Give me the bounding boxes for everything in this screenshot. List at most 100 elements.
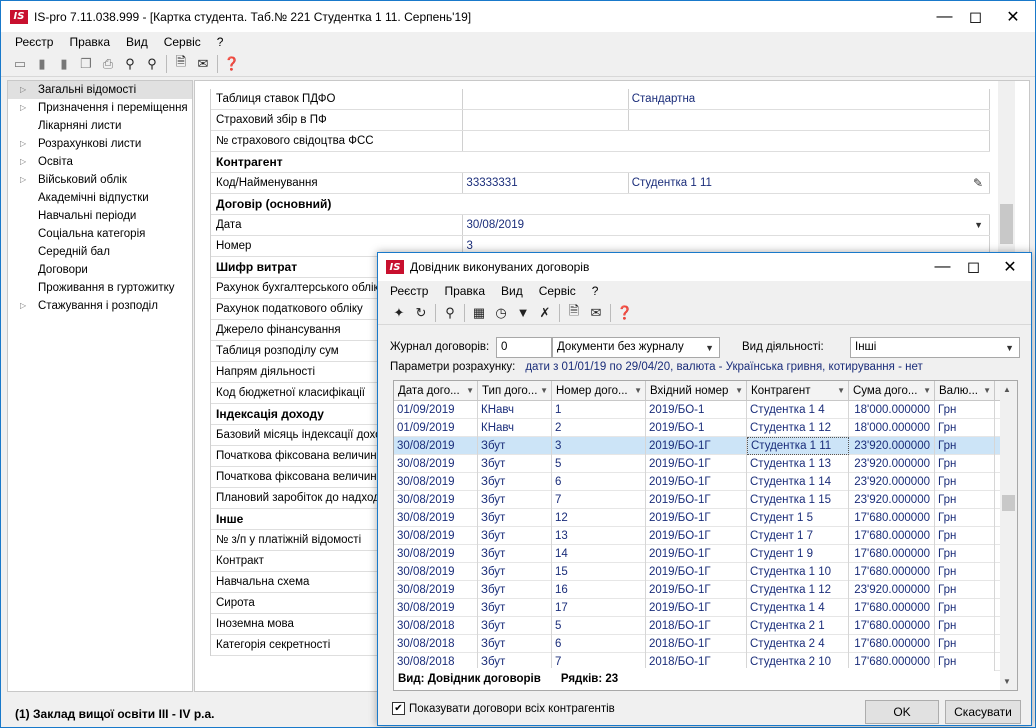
sort-arrow-icon[interactable]: ▼ [634, 386, 642, 395]
field-code-value[interactable] [463, 89, 629, 109]
table-cell[interactable]: 01/09/2019 [394, 401, 478, 419]
table-cell[interactable]: Збут [478, 473, 552, 491]
table-cell[interactable]: Збут [478, 455, 552, 473]
field-code-value[interactable]: 33333331 [463, 173, 629, 193]
expand-arrow-icon[interactable]: ▷ [20, 175, 26, 184]
table-cell[interactable]: Студент 1 5 [747, 509, 849, 527]
nav-item[interactable]: Проживання в гуртожитку [8, 279, 192, 297]
nav-item[interactable]: Соціальна категорія [8, 225, 192, 243]
help-icon[interactable]: ❓ [614, 302, 636, 324]
dialog-menu-item[interactable]: Реєстр [382, 284, 436, 298]
table-cell[interactable]: 30/08/2018 [394, 617, 478, 635]
field-name-value[interactable]: Стандартна [629, 89, 990, 109]
sort-arrow-icon[interactable]: ▼ [540, 386, 548, 395]
nav-item[interactable]: Навчальні періоди [8, 207, 192, 225]
clear-filter-icon[interactable]: ✗ [534, 302, 556, 324]
search-icon[interactable]: ⚲ [439, 302, 461, 324]
menu-item[interactable]: Реєстр [7, 35, 61, 49]
field-name-value[interactable] [629, 110, 990, 130]
table-cell[interactable]: Грн [935, 401, 995, 419]
table-row[interactable]: 01/09/2019 КНавч 2 2019/БО-1 Студентка 1 12 1… [394, 419, 1017, 437]
table-cell[interactable]: 30/08/2019 [394, 491, 478, 509]
column-header[interactable]: Валю... ▼ [935, 381, 995, 401]
table-cell[interactable]: 30/08/2019 [394, 563, 478, 581]
scroll-up-icon[interactable]: ▲ [1003, 385, 1011, 394]
ok-button[interactable]: OK [865, 700, 939, 724]
table-cell[interactable]: Грн [935, 437, 995, 455]
field-value[interactable] [463, 131, 990, 151]
table-row[interactable]: 30/08/2019 Збут 15 2019/БО-1Г Студентка 1 10… [394, 563, 1017, 581]
table-cell[interactable]: 12 [552, 509, 646, 527]
table-cell[interactable]: Грн [935, 563, 995, 581]
close-button[interactable]: ✕ [991, 1, 1035, 32]
table-cell[interactable]: Збут [478, 581, 552, 599]
table-cell[interactable]: 2019/БО-1Г [646, 563, 747, 581]
table-cell[interactable]: Збут [478, 527, 552, 545]
column-header[interactable]: Дата дого... ▼ [394, 381, 478, 401]
minimize-button[interactable]: — [929, 1, 960, 32]
nav-item[interactable]: ▷ Освіта [8, 153, 192, 171]
table-cell[interactable]: Грн [935, 509, 995, 527]
table-cell[interactable]: 2019/БО-1Г [646, 437, 747, 455]
nav-item[interactable]: ▷ Стажування і розподіл [8, 297, 192, 315]
field-code-value[interactable] [463, 110, 629, 130]
table-cell[interactable]: Збут [478, 563, 552, 581]
table-cell[interactable]: 2019/БО-1Г [646, 527, 747, 545]
mail-icon[interactable]: ✉ [585, 302, 607, 324]
table-row[interactable]: 30/08/2018 Збут 5 2018/БО-1Г Студентка 2 1 17… [394, 617, 1017, 635]
nav-item[interactable]: ▷ Військовий облік [8, 171, 192, 189]
table-cell[interactable]: Грн [935, 617, 995, 635]
nav-item[interactable]: Лікарняні листи [8, 117, 192, 135]
table-cell[interactable]: Студентка 2 1 [747, 617, 849, 635]
table-cell[interactable]: 17'680.000000 [849, 635, 935, 653]
table-cell[interactable]: Студентка 1 12 [747, 419, 849, 437]
paste-icon[interactable]: ▮ [31, 53, 53, 75]
table-row[interactable]: 30/08/2019 Збут 3 2019/БО-1Г Студентка 1 11 2… [394, 437, 1017, 455]
table-cell[interactable]: Збут [478, 545, 552, 563]
calendar-icon[interactable]: ◷ [490, 302, 512, 324]
document-icon[interactable]: 🗎 [563, 302, 585, 324]
table-cell[interactable]: Студентка 1 13 [747, 455, 849, 473]
menu-item[interactable]: ? [209, 35, 232, 49]
filter-icon[interactable]: ▼ [512, 302, 534, 324]
table-cell[interactable]: 2019/БО-1Г [646, 491, 747, 509]
expand-arrow-icon[interactable]: ▷ [20, 139, 26, 148]
table-cell[interactable]: 30/08/2019 [394, 437, 478, 455]
expand-arrow-icon[interactable]: ▷ [20, 157, 26, 166]
sort-arrow-icon[interactable]: ▼ [983, 386, 991, 395]
table-cell[interactable]: Студентка 1 14 [747, 473, 849, 491]
table-cell[interactable]: 2018/БО-1Г [646, 635, 747, 653]
table-cell[interactable]: КНавч [478, 401, 552, 419]
table-cell[interactable]: 17'680.000000 [849, 527, 935, 545]
table-cell[interactable]: Грн [935, 455, 995, 473]
field-name-value[interactable]: Студентка 1 11 ✎ [629, 173, 990, 193]
table-cell[interactable]: Студентка 1 4 [747, 599, 849, 617]
table-cell[interactable]: 01/09/2019 [394, 419, 478, 437]
column-header[interactable]: Вхідний номер ▼ [646, 381, 747, 401]
table-icon[interactable]: ▦ [468, 302, 490, 324]
table-cell[interactable]: 2019/БО-1Г [646, 455, 747, 473]
expand-arrow-icon[interactable]: ▷ [20, 301, 26, 310]
table-cell[interactable]: 30/08/2019 [394, 473, 478, 491]
table-cell[interactable]: 2019/БО-1Г [646, 473, 747, 491]
table-cell[interactable]: Збут [478, 617, 552, 635]
column-header[interactable]: Тип дого... ▼ [478, 381, 552, 401]
table-row[interactable]: 30/08/2019 Збут 6 2019/БО-1Г Студентка 1 14 2… [394, 473, 1017, 491]
table-row[interactable]: 30/08/2019 Збут 5 2019/БО-1Г Студентка 1 13 2… [394, 455, 1017, 473]
show-all-checkbox[interactable]: ✔ [392, 702, 405, 715]
table-cell[interactable]: 23'920.000000 [849, 437, 935, 455]
table-cell[interactable]: Студентка 1 15 [747, 491, 849, 509]
table-row[interactable]: 30/08/2019 Збут 14 2019/БО-1Г Студент 1 9 17'… [394, 545, 1017, 563]
table-cell[interactable]: КНавч [478, 419, 552, 437]
grid-scroll-thumb[interactable] [1002, 495, 1015, 511]
table-cell[interactable]: 2019/БО-1Г [646, 581, 747, 599]
table-cell[interactable]: 2019/БО-1Г [646, 509, 747, 527]
dialog-close-button[interactable]: ✕ [989, 253, 1031, 281]
table-row[interactable]: 30/08/2019 Збут 7 2019/БО-1Г Студентка 1 15 2… [394, 491, 1017, 509]
table-cell[interactable]: Збут [478, 509, 552, 527]
dialog-menu-item[interactable]: Правка [436, 284, 493, 298]
menu-item[interactable]: Вид [118, 35, 156, 49]
table-cell[interactable]: Студент 1 7 [747, 527, 849, 545]
table-row[interactable]: 30/08/2019 Збут 13 2019/БО-1Г Студент 1 7 17'… [394, 527, 1017, 545]
table-cell[interactable]: 7 [552, 491, 646, 509]
